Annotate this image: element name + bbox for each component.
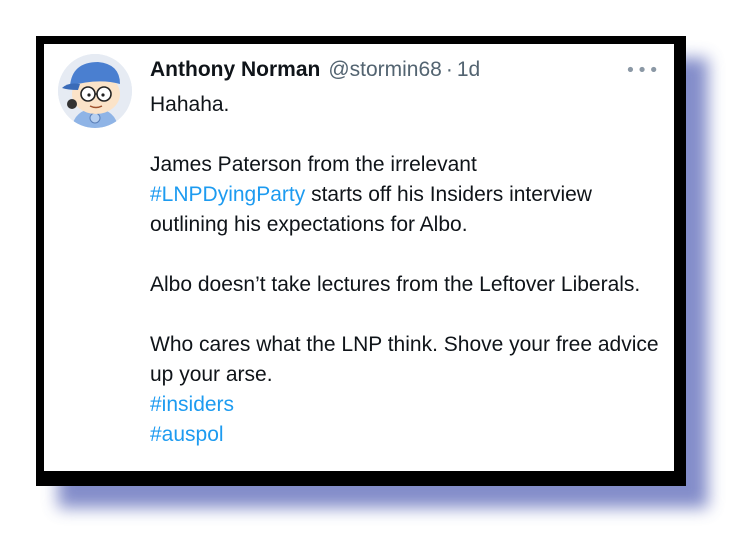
tweet-line-1: Hahaha. xyxy=(150,93,230,116)
tweet-paragraph-4: Who cares what the LNP think. Shove your… xyxy=(150,333,659,386)
black-border: Anthony Norman @stormin68 · 1d ••• Hahah… xyxy=(36,36,686,486)
hashtag-auspol-link[interactable]: #auspol xyxy=(150,423,224,446)
author-handle[interactable]: @stormin68 xyxy=(328,58,442,82)
author-name[interactable]: Anthony Norman xyxy=(150,58,320,82)
paragraph-2-text-start: James Paterson from the irrelevant xyxy=(150,153,477,176)
separator-dot: · xyxy=(445,58,453,81)
tweet-paragraph-3: Albo doesn’t take lectures from the Left… xyxy=(150,273,641,296)
tweet-paragraph-2: James Paterson from the irrelevant #LNPDy… xyxy=(150,150,665,240)
tweet-timestamp[interactable]: 1d xyxy=(457,58,480,82)
more-dots-icon[interactable]: ••• xyxy=(625,60,660,81)
cartoon-avatar-icon[interactable] xyxy=(58,54,132,128)
tweet-text: Hahaha. James Paterson from the irreleva… xyxy=(150,90,665,450)
tweet-header: Anthony Norman @stormin68 · 1d ••• xyxy=(150,58,660,86)
hashtag-insiders-link[interactable]: #insiders xyxy=(150,393,234,416)
tweet-card[interactable]: Anthony Norman @stormin68 · 1d ••• Hahah… xyxy=(44,44,674,471)
hashtag-lnpdyingparty-link[interactable]: #LNPDyingParty xyxy=(150,183,305,206)
screenshot-frame: Anthony Norman @stormin68 · 1d ••• Hahah… xyxy=(36,36,708,508)
